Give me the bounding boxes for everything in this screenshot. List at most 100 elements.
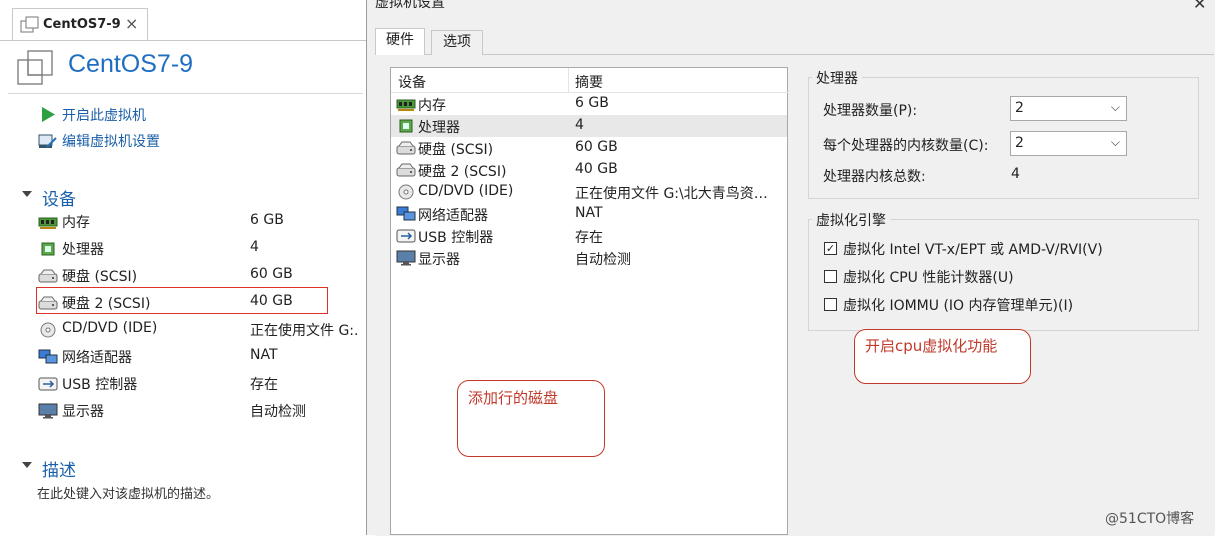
device-value: NAT [250, 347, 278, 363]
cores-per-processor-value: 2 [1015, 135, 1024, 151]
collapse-triangle-icon [22, 191, 32, 197]
hardware-name: 网络适配器 [418, 208, 488, 224]
device-name: CD/DVD (IDE) [62, 320, 158, 336]
hardware-name: 硬盘 2 (SCSI) [418, 164, 507, 180]
virtualization-checkbox[interactable] [824, 298, 837, 311]
memory-icon [38, 217, 58, 229]
close-icon[interactable]: ✕ [1193, 0, 1206, 13]
highlight-box [36, 287, 328, 314]
virtualization-option-label[interactable]: 虚拟化 IOMMU (IO 内存管理单元)(I) [843, 295, 1073, 315]
device-name: USB 控制器 [62, 377, 138, 393]
vm-tab-title: CentOS7-9 [43, 17, 121, 32]
annotation-added-disk: 添加行的磁盘 [457, 380, 605, 457]
virtualization-group-title: 虚拟化引擎 [812, 210, 890, 230]
hardware-row[interactable]: 显示器 自动检测 [391, 247, 787, 269]
hardware-summary: 40 GB [575, 161, 618, 177]
annotation-added-disk-text: 添加行的磁盘 [468, 389, 559, 407]
hardware-summary: 正在使用文件 G:\北大青鸟资… [575, 186, 768, 202]
total-cores-value: 4 [1011, 166, 1020, 182]
device-name: 显示器 [62, 404, 104, 420]
device-value: 6 GB [250, 212, 284, 228]
chevron-down-icon: ⌵ [1110, 135, 1120, 149]
vm-title: CentOS7-9 [68, 50, 194, 78]
annotation-enable-cpu-virt: 开启cpu虚拟化功能 [854, 329, 1031, 384]
watermark: @51CTO博客 [1105, 511, 1195, 527]
device-name: 硬盘 (SCSI) [62, 269, 138, 285]
device-name: 内存 [62, 215, 90, 231]
description-placeholder[interactable]: 在此处键入对该虚拟机的描述。 [37, 483, 219, 502]
display-icon [396, 250, 416, 266]
hard-disk-icon [396, 163, 416, 177]
memory-icon [396, 99, 416, 111]
device-value: 存在 [250, 377, 278, 393]
processor-icon [399, 119, 413, 133]
virtualization-checkbox[interactable] [824, 270, 837, 283]
cd-dvd-icon [398, 184, 414, 200]
tab-hardware[interactable]: 硬件 [375, 28, 425, 55]
hardware-row[interactable]: 处理器 4 [391, 115, 787, 137]
chevron-down-icon: ⌵ [1110, 100, 1120, 114]
collapse-triangle-icon [22, 462, 32, 468]
annotation-enable-cpu-virt-text: 开启cpu虚拟化功能 [865, 337, 998, 355]
power-on-label: 开启此虚拟机 [62, 108, 146, 124]
hardware-summary: 60 GB [575, 139, 618, 155]
cd-dvd-icon [40, 322, 56, 338]
processor-icon [41, 242, 55, 256]
hardware-row[interactable]: 硬盘 (SCSI) 60 GB [391, 137, 787, 159]
cores-per-processor-label: 每个处理器的内核数量(C): [823, 138, 989, 154]
vm-large-icon [17, 50, 53, 85]
usb-icon [396, 229, 416, 243]
processor-count-value: 2 [1015, 100, 1024, 116]
virtualization-option-label[interactable]: 虚拟化 CPU 性能计数器(U) [843, 267, 1014, 287]
hardware-summary: 4 [575, 117, 584, 133]
edit-settings-icon [38, 134, 57, 148]
cores-per-processor-select[interactable]: 2 ⌵ [1010, 131, 1127, 156]
hardware-name: USB 控制器 [418, 230, 494, 246]
tab-options[interactable]: 选项 [431, 30, 483, 55]
hardware-list[interactable]: 设备 摘要 内存 6 GB 处理器 4 硬盘 (SCSI) 60 GB 硬盘 2 (SCSI… [390, 67, 789, 535]
network-adapter-icon [396, 206, 416, 221]
play-icon [42, 107, 55, 122]
column-header-device[interactable]: 设备 [398, 72, 426, 92]
hardware-row[interactable]: 内存 6 GB [391, 93, 787, 115]
dialog-title: 虚拟机设置 [375, 0, 445, 11]
column-header-summary[interactable]: 摘要 [575, 72, 603, 92]
processor-group-title: 处理器 [812, 68, 862, 88]
hardware-summary: 6 GB [575, 95, 609, 111]
hard-disk-icon [38, 269, 58, 283]
close-icon[interactable]: × [125, 14, 138, 33]
hardware-name: 硬盘 (SCSI) [418, 142, 494, 158]
hardware-summary: 自动检测 [575, 252, 631, 268]
hardware-row[interactable]: USB 控制器 存在 [391, 225, 787, 247]
divider [8, 93, 363, 94]
list-header: 设备 摘要 [391, 68, 789, 93]
hardware-row[interactable]: 硬盘 2 (SCSI) 40 GB [391, 159, 787, 181]
description-heading: 描述 [42, 461, 76, 481]
devices-heading: 设备 [42, 190, 76, 210]
device-value: 60 GB [250, 266, 293, 282]
hardware-row[interactable]: 网络适配器 NAT [391, 203, 787, 225]
hardware-row[interactable]: CD/DVD (IDE) 正在使用文件 G:\北大青鸟资… [391, 181, 787, 203]
hardware-summary: 存在 [575, 230, 603, 246]
vm-tab[interactable]: CentOS7-9 × [12, 8, 148, 41]
processor-count-label: 处理器数量(P): [823, 103, 918, 119]
hardware-name: 处理器 [418, 120, 460, 136]
tab-divider [0, 40, 366, 41]
hardware-name: 显示器 [418, 252, 460, 268]
processor-count-select[interactable]: 2 ⌵ [1010, 96, 1127, 121]
virtualization-checkbox[interactable]: ✓ [824, 242, 837, 255]
device-value: 自动检测 [250, 404, 306, 420]
device-name: 网络适配器 [62, 350, 132, 366]
device-value: 4 [250, 239, 259, 255]
device-value: 正在使用文件 G:. [250, 323, 359, 339]
hard-disk-icon [396, 141, 416, 155]
vm-summary-pane: CentOS7-9 × CentOS7-9 开启此虚拟机 编辑虚拟机设置 设备 … [0, 0, 366, 535]
network-adapter-icon [38, 349, 58, 364]
column-divider [568, 68, 569, 92]
virtualization-option-label[interactable]: 虚拟化 Intel VT-x/EPT 或 AMD-V/RVI(V) [843, 239, 1103, 259]
hardware-name: CD/DVD (IDE) [418, 183, 514, 199]
hardware-summary: NAT [575, 205, 603, 221]
device-name: 处理器 [62, 242, 104, 258]
usb-icon [38, 377, 58, 391]
hardware-name: 内存 [418, 98, 446, 114]
